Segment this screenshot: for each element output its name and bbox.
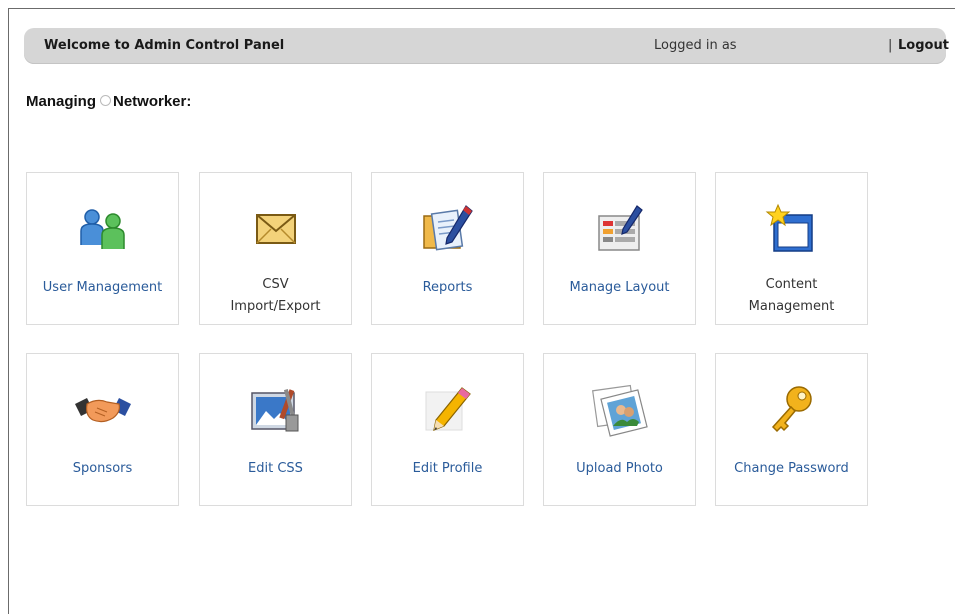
tile-label: User Management [42,280,163,295]
managing-prefix: Managing [26,93,96,110]
tile-edit-profile[interactable]: Edit Profile [371,353,524,506]
tile-manage-layout[interactable]: Manage Layout [543,172,696,325]
users-icon [27,201,178,257]
layout-icon [544,201,695,257]
tile-content-management[interactable]: Content Management [715,172,868,325]
header-bar: Welcome to Admin Control Panel Logged in… [24,28,949,64]
photo-icon [544,382,695,438]
envelope-icon [200,201,351,257]
tile-label-line1: CSV [262,277,289,292]
managing-heading: Managing Networker: [26,93,191,110]
handshake-icon [27,382,178,438]
tile-label-line2: Import/Export [230,299,321,314]
key-icon [716,382,867,438]
reports-icon [372,201,523,257]
tile-change-password[interactable]: Change Password [715,353,868,506]
tile-edit-css[interactable]: Edit CSS [199,353,352,506]
logout-link[interactable]: Logout [898,28,949,64]
tile-label: Edit CSS [248,461,303,476]
header-separator: | [888,38,893,53]
tile-label-line1: Content [765,277,818,292]
tile-label: Manage Layout [569,280,670,295]
pencil-icon [372,382,523,438]
tile-sponsors[interactable]: Sponsors [26,353,179,506]
radio-icon [100,95,111,106]
tile-label: Edit Profile [412,461,483,476]
tile-label: Upload Photo [576,461,663,476]
tile-label: Change Password [734,461,849,476]
tile-csv-import-export[interactable]: CSV Import/Export [199,172,352,325]
tile-user-management[interactable]: User Management [26,172,179,325]
tile-label-line2: Management [748,299,835,314]
tile-reports[interactable]: Reports [371,172,524,325]
managing-name: Networker: [113,93,192,110]
welcome-title: Welcome to Admin Control Panel [44,38,285,53]
content-folder-icon [716,201,867,257]
tile-label: CSV Import/Export [200,274,351,318]
tile-label: Sponsors [72,461,133,476]
tile-label: Content Management [716,274,867,318]
tile-label: Reports [422,280,473,295]
logged-in-text: Logged in as [654,38,737,53]
edit-css-icon [200,382,351,438]
tile-upload-photo[interactable]: Upload Photo [543,353,696,506]
